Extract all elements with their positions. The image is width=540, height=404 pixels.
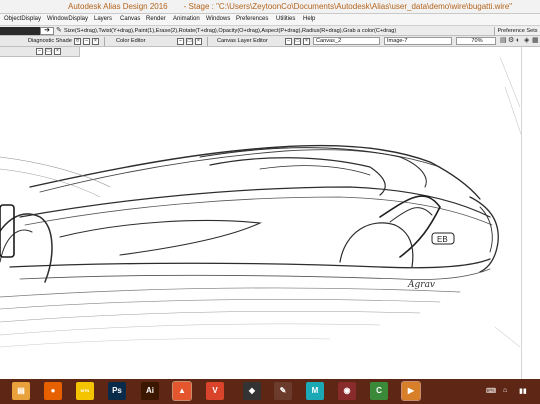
car-sketch: EB Agrav [0, 56, 522, 348]
brush-hint: Size(S+drag),Twist(Y+drag),Paint(1),Eras… [64, 28, 397, 34]
taskbar-windows-explorer-icon[interactable]: ▤ [12, 382, 30, 400]
keyboard-icon[interactable]: ⌨ [486, 387, 496, 395]
color-editor-label[interactable]: Color Editor [116, 38, 146, 44]
close-icon[interactable]: × [54, 48, 61, 55]
sub-panel-bar: – ▭ × [0, 47, 80, 57]
taskbar-vred-icon[interactable]: V [206, 382, 224, 400]
battery-icon[interactable]: ▮▮ [519, 387, 527, 395]
preference-sets-button[interactable]: Preference Sets [494, 27, 540, 35]
taskbar-illustrator-icon[interactable]: Ai [141, 382, 159, 400]
menu-preferences[interactable]: Preferences [236, 16, 268, 22]
command-field[interactable] [0, 27, 40, 35]
diagnostic-shade-label[interactable]: Diagnostic Shade [28, 38, 72, 44]
app-title: Autodesk Alias Design 2016 [68, 2, 168, 11]
editor-bar: Diagnostic Shade ¤ – × Color Editor – ▭ … [0, 36, 540, 47]
menu-layers[interactable]: Layers [94, 16, 112, 22]
brush-icon[interactable]: ✎ [56, 27, 63, 35]
taskbar: ▤ ● MTN Ps Ai ▲ V ◆ ✎ M ◉ C ▶ ⌨ ⌂ ▮▮ [0, 379, 540, 404]
svg-text:EB: EB [437, 235, 448, 244]
minimize-icon[interactable]: – [83, 38, 90, 45]
sketch-canvas[interactable]: EB Agrav [0, 47, 522, 379]
layers-icon[interactable]: ▤ [500, 37, 507, 45]
menu-help[interactable]: Help [303, 16, 315, 22]
taskbar-camtasia-icon[interactable]: C [370, 382, 388, 400]
bugatti-badge: EB [431, 232, 455, 245]
menu-bar: ObjectDisplay WindowDisplay Layers Canva… [0, 14, 540, 25]
taskbar-showcase-icon[interactable]: ◉ [338, 382, 356, 400]
menu-utilities[interactable]: Utilities [276, 16, 295, 22]
divider [104, 37, 105, 46]
network-icon[interactable]: ⌂ [503, 387, 507, 394]
shade-options-icon[interactable]: ¤ [74, 38, 81, 45]
signature: Agrav [407, 280, 435, 290]
visibility-icon[interactable]: ◐ [516, 37, 523, 45]
taskbar-firefox-icon[interactable]: ● [44, 382, 62, 400]
divider [207, 37, 208, 46]
window-title: Autodesk Alias Design 2016 - Stage : "C:\… [68, 2, 528, 11]
settings-icon[interactable]: ⚙ [508, 37, 515, 45]
canvas-name-field[interactable]: Canvas_2 [313, 37, 380, 45]
taskbar-maya-icon[interactable]: M [306, 382, 324, 400]
minimize-icon[interactable]: – [285, 38, 292, 45]
menu-render[interactable]: Render [146, 16, 166, 22]
menu-animation[interactable]: Animation [173, 16, 200, 22]
title-bar: Autodesk Alias Design 2016 - Stage : "C:\… [0, 0, 540, 14]
tool-hint-bar: ➔ ✎ Size(S+drag),Twist(Y+drag),Paint(1),… [0, 25, 540, 36]
zoom-field[interactable]: 70% [456, 37, 496, 45]
taskbar-alias-icon[interactable]: ▲ [172, 381, 192, 401]
minimize-icon[interactable]: – [36, 48, 43, 55]
canvas-layer-editor-label[interactable]: Canvas Layer Editor [217, 38, 268, 44]
taskbar-pencil-app-icon[interactable]: ✎ [274, 382, 292, 400]
window-icon[interactable]: ▭ [294, 38, 301, 45]
arrow-icon[interactable]: ➔ [40, 27, 54, 35]
close-icon[interactable]: × [92, 38, 99, 45]
menu-windowdisplay[interactable]: WindowDisplay [47, 16, 88, 22]
close-icon[interactable]: × [303, 38, 310, 45]
menu-windows[interactable]: Windows [206, 16, 230, 22]
window-icon[interactable]: ▭ [186, 38, 193, 45]
taskbar-sketchbook-icon[interactable]: ◆ [243, 382, 261, 400]
menu-objectdisplay[interactable]: ObjectDisplay [4, 16, 41, 22]
window-icon[interactable]: ▭ [45, 48, 52, 55]
taskbar-photoshop-icon[interactable]: Ps [108, 382, 126, 400]
canvas-edge [521, 47, 522, 379]
image-name-field[interactable]: Image-7 [384, 37, 452, 45]
minimize-icon[interactable]: – [177, 38, 184, 45]
color-icon[interactable]: ◈ [524, 37, 531, 45]
close-icon[interactable]: × [195, 38, 202, 45]
stage-title: - Stage : "C:\Users\ZeytoonCo\Documents\… [183, 2, 513, 11]
menu-canvas[interactable]: Canvas [120, 16, 140, 22]
taskbar-media-player-icon[interactable]: ▶ [401, 381, 421, 401]
taskbar-mtn-irancell-icon[interactable]: MTN [76, 382, 94, 400]
grid-icon[interactable]: ▦ [532, 37, 539, 45]
